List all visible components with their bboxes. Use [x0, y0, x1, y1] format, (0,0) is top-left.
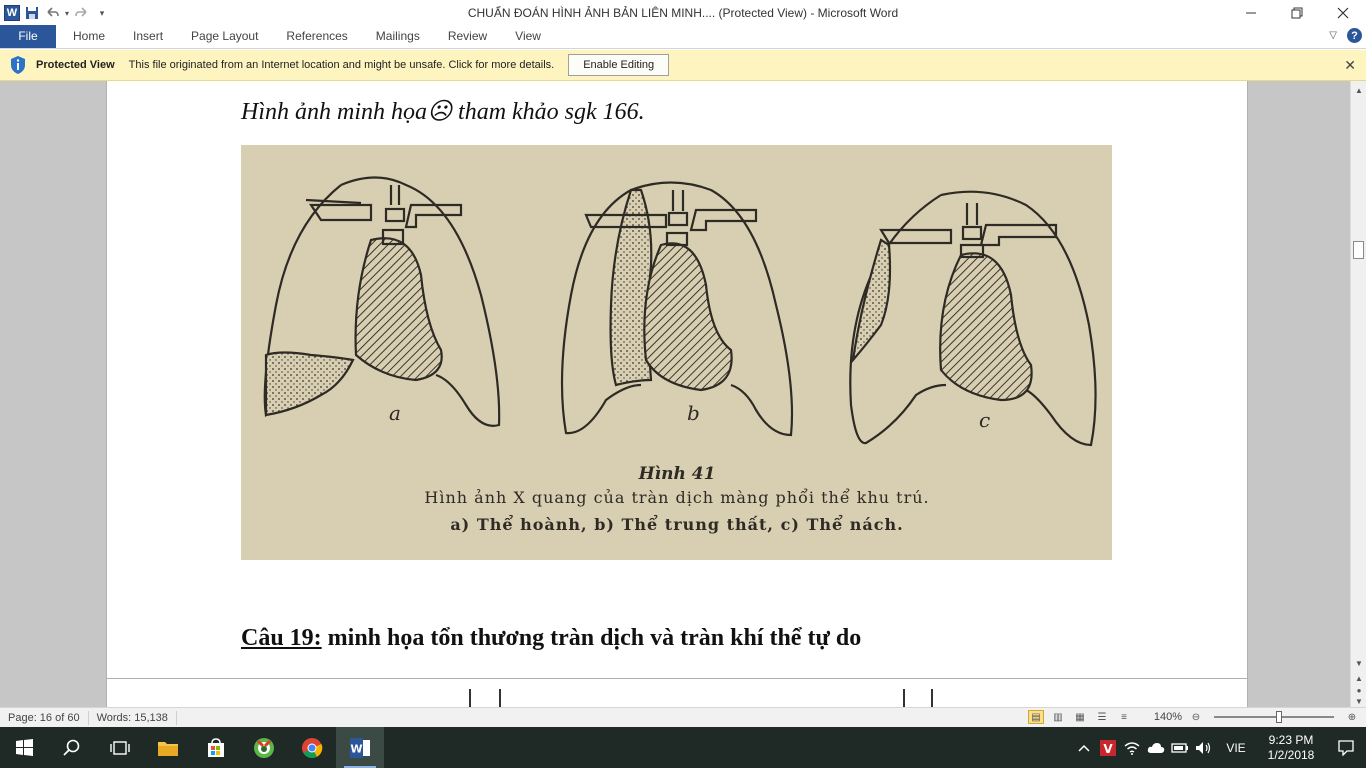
xray-figure-image: a b c Hình 41 Hình ảnh X quang của tràn …: [241, 145, 1112, 560]
action-center-icon[interactable]: [1326, 727, 1366, 768]
vertical-scrollbar[interactable]: ▲ ▼ ▲ ● ▼: [1350, 81, 1366, 707]
file-explorer-icon[interactable]: [144, 727, 192, 768]
zoom-slider-thumb[interactable]: [1276, 711, 1282, 723]
app-letter: W: [4, 5, 20, 21]
coccoc-browser-icon[interactable]: [240, 727, 288, 768]
title-bar: CHUẨN ĐOÁN HÌNH ẢNH BẢN LIÊN MINH.... (P…: [0, 0, 1366, 26]
caption-line: Hình ảnh minh họa☹ tham khảo sgk 166.: [241, 99, 645, 125]
zoom-slider[interactable]: [1214, 711, 1334, 723]
ribbon-tabs: File Home Insert Page Layout References …: [0, 25, 1366, 49]
page-mark: [931, 689, 933, 707]
quick-access-toolbar: W ▾ ▾: [0, 0, 112, 26]
word-window: CHUẨN ĐOÁN HÌNH ẢNH BẢN LIÊN MINH.... (P…: [0, 0, 1366, 768]
protected-view-bar: Protected View This file originated from…: [0, 50, 1366, 81]
document-page: Hình ảnh minh họa☹ tham khảo sgk 166. a …: [107, 81, 1247, 707]
undo-dropdown-icon[interactable]: ▾: [62, 2, 72, 24]
page-mark: [469, 689, 471, 707]
window-controls: [1228, 0, 1366, 26]
tab-references[interactable]: References: [272, 25, 361, 48]
shield-info-icon: [9, 54, 27, 76]
clock-date: 1/2/2018: [1267, 747, 1315, 762]
close-icon[interactable]: ✕: [1344, 57, 1356, 74]
next-page-icon[interactable]: ▼: [1351, 694, 1366, 708]
figure-label-b: b: [687, 401, 700, 425]
svg-text:V: V: [1103, 742, 1113, 756]
tab-home[interactable]: Home: [59, 25, 119, 48]
tab-file[interactable]: File: [0, 25, 56, 48]
figure-title: Hình 41: [638, 464, 716, 484]
question-heading: Câu 19: minh họa tổn thương tràn dịch và…: [241, 625, 861, 652]
task-view-icon[interactable]: [96, 727, 144, 768]
figure-caption-line1: Hình ảnh X quang của tràn dịch màng phổi…: [424, 488, 929, 507]
figure-label-c: c: [979, 408, 990, 432]
scroll-down-icon[interactable]: ▼: [1351, 656, 1366, 670]
zoom-in-icon[interactable]: ⊕: [1344, 710, 1360, 724]
tab-page-layout[interactable]: Page Layout: [177, 25, 272, 48]
expand-ribbon-icon[interactable]: ▽: [1329, 30, 1337, 41]
tab-view[interactable]: View: [501, 25, 555, 48]
scroll-thumb[interactable]: [1353, 241, 1364, 259]
xray-diagram-c: [849, 190, 1097, 447]
protected-view-message[interactable]: This file originated from an Internet lo…: [129, 59, 555, 71]
onedrive-icon[interactable]: [1144, 727, 1168, 768]
clock-time: 9:23 PM: [1268, 732, 1314, 747]
figure-caption-line2: a) Thể hoành, b) Thể trung thất, c) Thể …: [450, 513, 903, 534]
customize-icon[interactable]: ▾: [92, 2, 112, 24]
scroll-up-icon[interactable]: ▲: [1351, 83, 1366, 97]
volume-icon[interactable]: [1192, 727, 1216, 768]
minimize-button[interactable]: [1228, 0, 1274, 26]
xray-diagram-b: [560, 181, 794, 437]
outline-icon[interactable]: ☰: [1094, 710, 1110, 724]
start-icon[interactable]: [0, 727, 48, 768]
store-icon[interactable]: [192, 727, 240, 768]
full-screen-reading-icon[interactable]: ▥: [1050, 710, 1066, 724]
wifi-icon[interactable]: [1120, 727, 1144, 768]
web-layout-icon[interactable]: ▦: [1072, 710, 1088, 724]
question-number: Câu 19:: [241, 625, 322, 651]
word-logo-icon[interactable]: W: [2, 2, 22, 24]
zoom-out-icon[interactable]: ⊖: [1188, 710, 1204, 724]
word-icon[interactable]: W: [336, 727, 384, 768]
clock[interactable]: 9:23 PM 1/2/2018: [1256, 733, 1326, 763]
restore-button[interactable]: [1274, 0, 1320, 26]
save-icon[interactable]: [22, 2, 42, 24]
language-indicator[interactable]: VIE: [1216, 727, 1256, 768]
document-area: Hình ảnh minh họa☹ tham khảo sgk 166. a …: [0, 81, 1350, 707]
window-title: CHUẨN ĐOÁN HÌNH ẢNH BẢN LIÊN MINH.... (P…: [467, 6, 899, 20]
figure-label-a: a: [389, 401, 401, 425]
show-hidden-icons-icon[interactable]: [1072, 727, 1096, 768]
help-icon[interactable]: ?: [1347, 28, 1362, 43]
question-text: minh họa tổn thương tràn dịch và tràn kh…: [321, 625, 862, 651]
word-count[interactable]: Words: 15,138: [89, 710, 177, 725]
tab-mailings[interactable]: Mailings: [362, 25, 434, 48]
enable-editing-button[interactable]: Enable Editing: [568, 54, 670, 76]
chrome-icon[interactable]: [288, 727, 336, 768]
protected-view-title: Protected View: [36, 59, 115, 71]
xray-diagram-a: [263, 176, 501, 427]
close-button[interactable]: [1320, 0, 1366, 26]
ribbon-right: ▽ ?: [1329, 28, 1362, 43]
print-layout-icon[interactable]: ▤: [1028, 710, 1044, 724]
page-mark: [499, 689, 501, 707]
search-icon[interactable]: [48, 727, 96, 768]
undo-icon[interactable]: [42, 2, 62, 24]
tab-insert[interactable]: Insert: [119, 25, 177, 48]
redo-icon[interactable]: [72, 2, 92, 24]
zoom-level[interactable]: 140%: [1148, 711, 1182, 723]
tab-review[interactable]: Review: [434, 25, 501, 48]
svg-text:W: W: [350, 742, 362, 755]
page-count[interactable]: Page: 16 of 60: [0, 710, 89, 725]
status-bar: Page: 16 of 60 Words: 15,138 ▤ ▥ ▦ ☰ ≡ 1…: [0, 707, 1366, 727]
battery-icon[interactable]: [1168, 727, 1192, 768]
antivirus-icon[interactable]: V: [1096, 727, 1120, 768]
status-right: ▤ ▥ ▦ ☰ ≡ 140% ⊖ ⊕: [1028, 710, 1360, 724]
page-mark: [903, 689, 905, 707]
next-page: [107, 679, 1247, 707]
draft-icon[interactable]: ≡: [1116, 710, 1132, 724]
taskbar: W V VIE 9:23 PM 1/2/2018: [0, 727, 1366, 768]
system-tray: V VIE 9:23 PM 1/2/2018: [1072, 727, 1366, 768]
